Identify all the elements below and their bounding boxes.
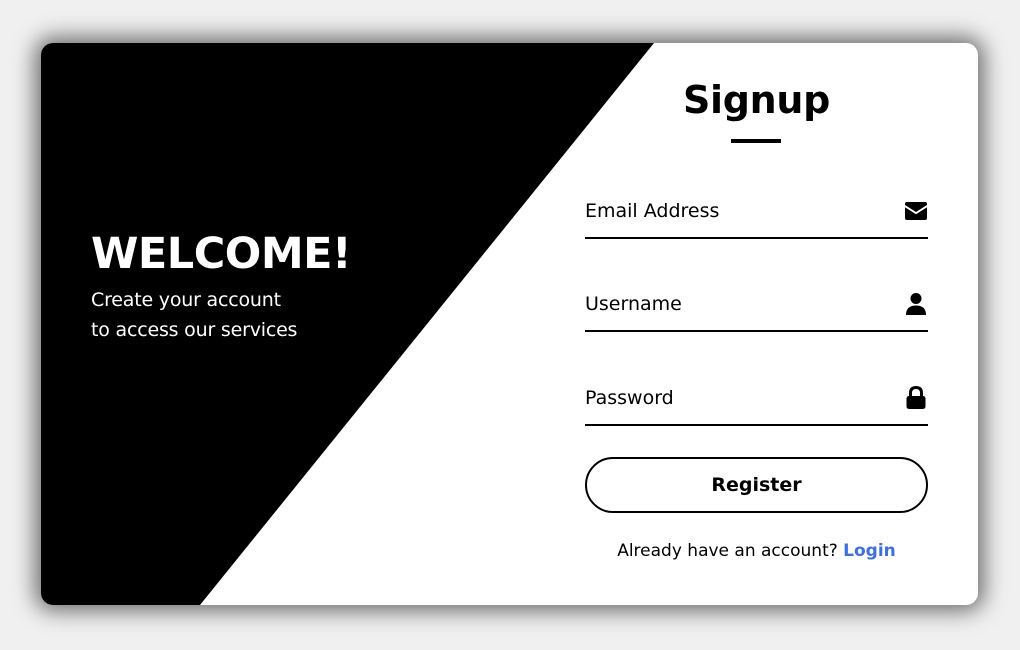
welcome-subtitle-line1: Create your account: [91, 289, 281, 311]
email-input[interactable]: [585, 191, 885, 231]
form-title: Signup: [682, 78, 831, 122]
signup-form: Signup Register Already have: [585, 43, 928, 605]
welcome-subtitle: Create your account to access our servic…: [91, 285, 351, 345]
welcome-section: WELCOME! Create your account to access o…: [91, 229, 352, 345]
lock-icon: [906, 386, 926, 409]
signup-card: WELCOME! Create your account to access o…: [41, 43, 978, 605]
welcome-title: WELCOME!: [91, 229, 352, 279]
email-field-group: [585, 191, 928, 239]
register-button[interactable]: Register: [585, 457, 928, 513]
welcome-subtitle-line2: to access our services: [91, 319, 298, 341]
password-field-group: [585, 378, 928, 426]
login-prompt-text: Already have an account?: [617, 541, 838, 561]
title-underline: [731, 139, 781, 143]
username-field-group: [585, 284, 928, 332]
login-link[interactable]: Login: [843, 541, 896, 561]
password-input[interactable]: [585, 378, 885, 418]
login-prompt-line: Already have an account? Login: [585, 539, 928, 563]
user-icon: [906, 293, 926, 315]
envelope-icon: [905, 202, 927, 220]
username-input[interactable]: [585, 284, 885, 324]
